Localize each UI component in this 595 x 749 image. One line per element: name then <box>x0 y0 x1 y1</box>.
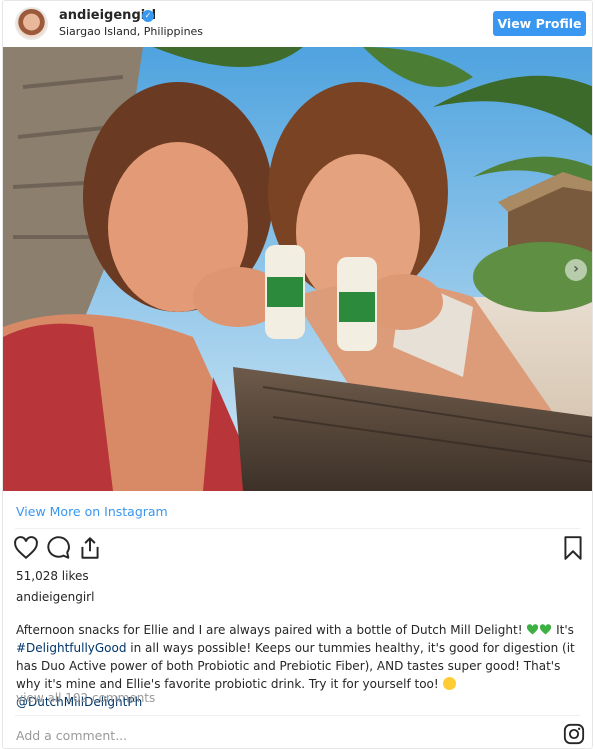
view-profile-button[interactable]: View Profile <box>493 11 586 36</box>
hashtag-link[interactable]: #DelightfullyGood <box>16 641 126 655</box>
instagram-logo-icon[interactable] <box>563 723 585 745</box>
likes-count[interactable]: 51,028 likes <box>16 569 89 583</box>
instagram-post-embed: andieigengirl ✓ Siargao Island, Philippi… <box>2 0 593 749</box>
verified-badge-icon: ✓ <box>142 10 154 22</box>
green-heart-emoji <box>540 624 552 635</box>
divider <box>15 528 580 529</box>
action-bar <box>3 535 592 563</box>
view-more-link[interactable]: View More on Instagram <box>16 504 168 519</box>
add-comment-input[interactable]: Add a comment... <box>16 728 127 743</box>
owner-username[interactable]: andieigengirl <box>16 590 94 604</box>
heart-icon[interactable] <box>13 535 39 561</box>
comment-icon[interactable] <box>45 535 71 561</box>
post-photo[interactable]: › <box>3 47 592 491</box>
caption-text: It's <box>552 623 574 637</box>
divider <box>15 715 580 716</box>
profile-avatar[interactable] <box>15 7 48 40</box>
yum-emoji <box>442 677 456 690</box>
next-arrow-icon[interactable]: › <box>565 259 587 281</box>
post-header: andieigengirl ✓ Siargao Island, Philippi… <box>3 1 592 47</box>
view-all-comments-link[interactable]: view all 102 comments <box>16 691 155 705</box>
bookmark-icon[interactable] <box>560 535 586 561</box>
share-icon[interactable] <box>77 535 103 561</box>
green-heart-emoji <box>527 624 539 635</box>
caption-text: Afternoon snacks for Ellie and I are alw… <box>16 623 527 637</box>
location[interactable]: Siargao Island, Philippines <box>59 25 203 38</box>
